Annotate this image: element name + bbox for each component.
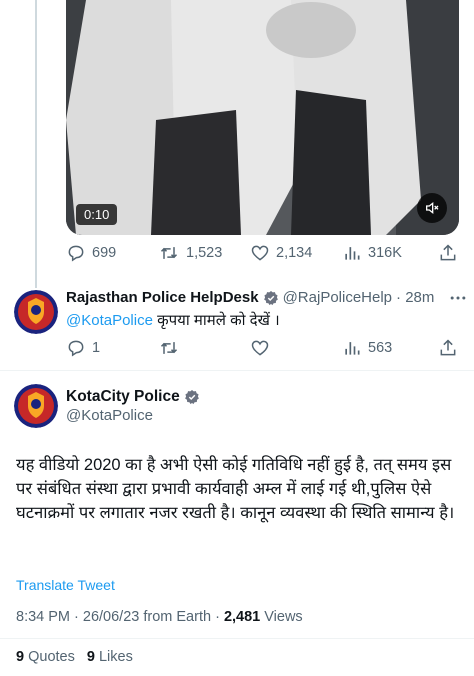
- share-button[interactable]: [438, 243, 458, 263]
- tweet-metadata: 8:34 PM · 26/06/23 from Earth · 2,481 Vi…: [16, 609, 303, 625]
- tweet-time[interactable]: · 28m: [396, 289, 434, 306]
- tweet-timestamp[interactable]: 8:34 PM · 26/06/23 from Earth ·: [16, 609, 224, 625]
- rajasthan-police-avatar[interactable]: [14, 290, 58, 334]
- video-frame: [66, 0, 459, 235]
- video-timestamp: 0:10: [76, 204, 118, 225]
- tweet-action-bar: 699 1,523 2,134 316K: [66, 243, 466, 263]
- verified-badge-icon: [184, 389, 200, 405]
- retweet-count: 1,523: [186, 245, 223, 261]
- main-tweet-handle-row: @KotaPolice: [66, 407, 153, 424]
- kotacity-police-avatar[interactable]: [14, 384, 58, 428]
- author-name[interactable]: Rajasthan Police HelpDesk: [66, 289, 259, 306]
- heart-icon: [251, 245, 269, 261]
- retweet-icon: [160, 247, 178, 259]
- more-options-icon[interactable]: [448, 288, 468, 312]
- main-tweet-text: यह वीडियो 2020 का है अभी ऐसी कोई गतिविधि…: [16, 456, 455, 522]
- volume-muted-icon: [426, 201, 439, 215]
- stats-divider: [0, 638, 474, 639]
- author-handle[interactable]: @KotaPolice: [66, 407, 153, 424]
- analytics-icon: [345, 247, 360, 260]
- retweet-button[interactable]: 1,523: [158, 243, 250, 263]
- reply-button[interactable]: 1: [66, 338, 158, 358]
- views-count: 563: [368, 340, 393, 356]
- views-count: 2,481: [223, 609, 261, 625]
- mute-button[interactable]: [417, 193, 447, 223]
- police-emblem-icon: [14, 290, 58, 334]
- quotes-count: 9: [16, 649, 25, 665]
- mention-link[interactable]: @KotaPolice: [66, 312, 153, 329]
- views-button[interactable]: 563: [342, 338, 438, 358]
- share-icon: [440, 244, 456, 261]
- views-button[interactable]: 316K: [342, 243, 438, 263]
- reply-count: 699: [92, 245, 117, 261]
- views-count: 316K: [368, 245, 402, 261]
- quotes-label: Quotes: [24, 649, 75, 665]
- author-name[interactable]: KotaCity Police: [66, 388, 180, 406]
- share-button[interactable]: [438, 338, 458, 358]
- thread-connector-line: [35, 0, 37, 288]
- translate-tweet-link[interactable]: Translate Tweet: [16, 577, 115, 593]
- video-player[interactable]: 0:10: [66, 0, 459, 235]
- likes-stat[interactable]: 9 Likes: [87, 649, 133, 665]
- views-label: Views: [260, 609, 303, 625]
- main-tweet-author: KotaCity Police: [66, 388, 204, 406]
- retweet-button[interactable]: [158, 338, 250, 358]
- like-button[interactable]: [250, 338, 342, 358]
- quotes-stat[interactable]: 9 Quotes: [16, 649, 75, 665]
- reply-tweet-action-bar: 1 563: [66, 338, 466, 358]
- analytics-icon: [345, 342, 360, 355]
- share-icon: [440, 339, 456, 356]
- reply-icon: [68, 245, 84, 262]
- reply-count: 1: [92, 340, 101, 356]
- reply-tweet-text: @KotaPolice कृपया मामले को देखें ।: [66, 310, 280, 330]
- reply-text-body: कृपया मामले को देखें ।: [152, 312, 280, 329]
- likes-label: Likes: [94, 649, 133, 665]
- like-count: 2,134: [276, 245, 313, 261]
- reply-button[interactable]: 699: [66, 243, 158, 263]
- likes-count: 9: [86, 649, 95, 665]
- tweet-divider: [0, 370, 474, 371]
- verified-badge-icon: [263, 290, 279, 306]
- like-button[interactable]: 2,134: [250, 243, 342, 263]
- reply-tweet-header: Rajasthan Police HelpDesk @RajPoliceHelp…: [66, 289, 466, 306]
- police-emblem-icon: [14, 384, 58, 428]
- reply-icon: [68, 340, 84, 357]
- retweet-icon: [160, 342, 178, 354]
- heart-icon: [251, 340, 269, 356]
- author-handle[interactable]: @RajPoliceHelp: [283, 289, 392, 306]
- tweet-stats: 9 Quotes 9 Likes: [16, 649, 133, 665]
